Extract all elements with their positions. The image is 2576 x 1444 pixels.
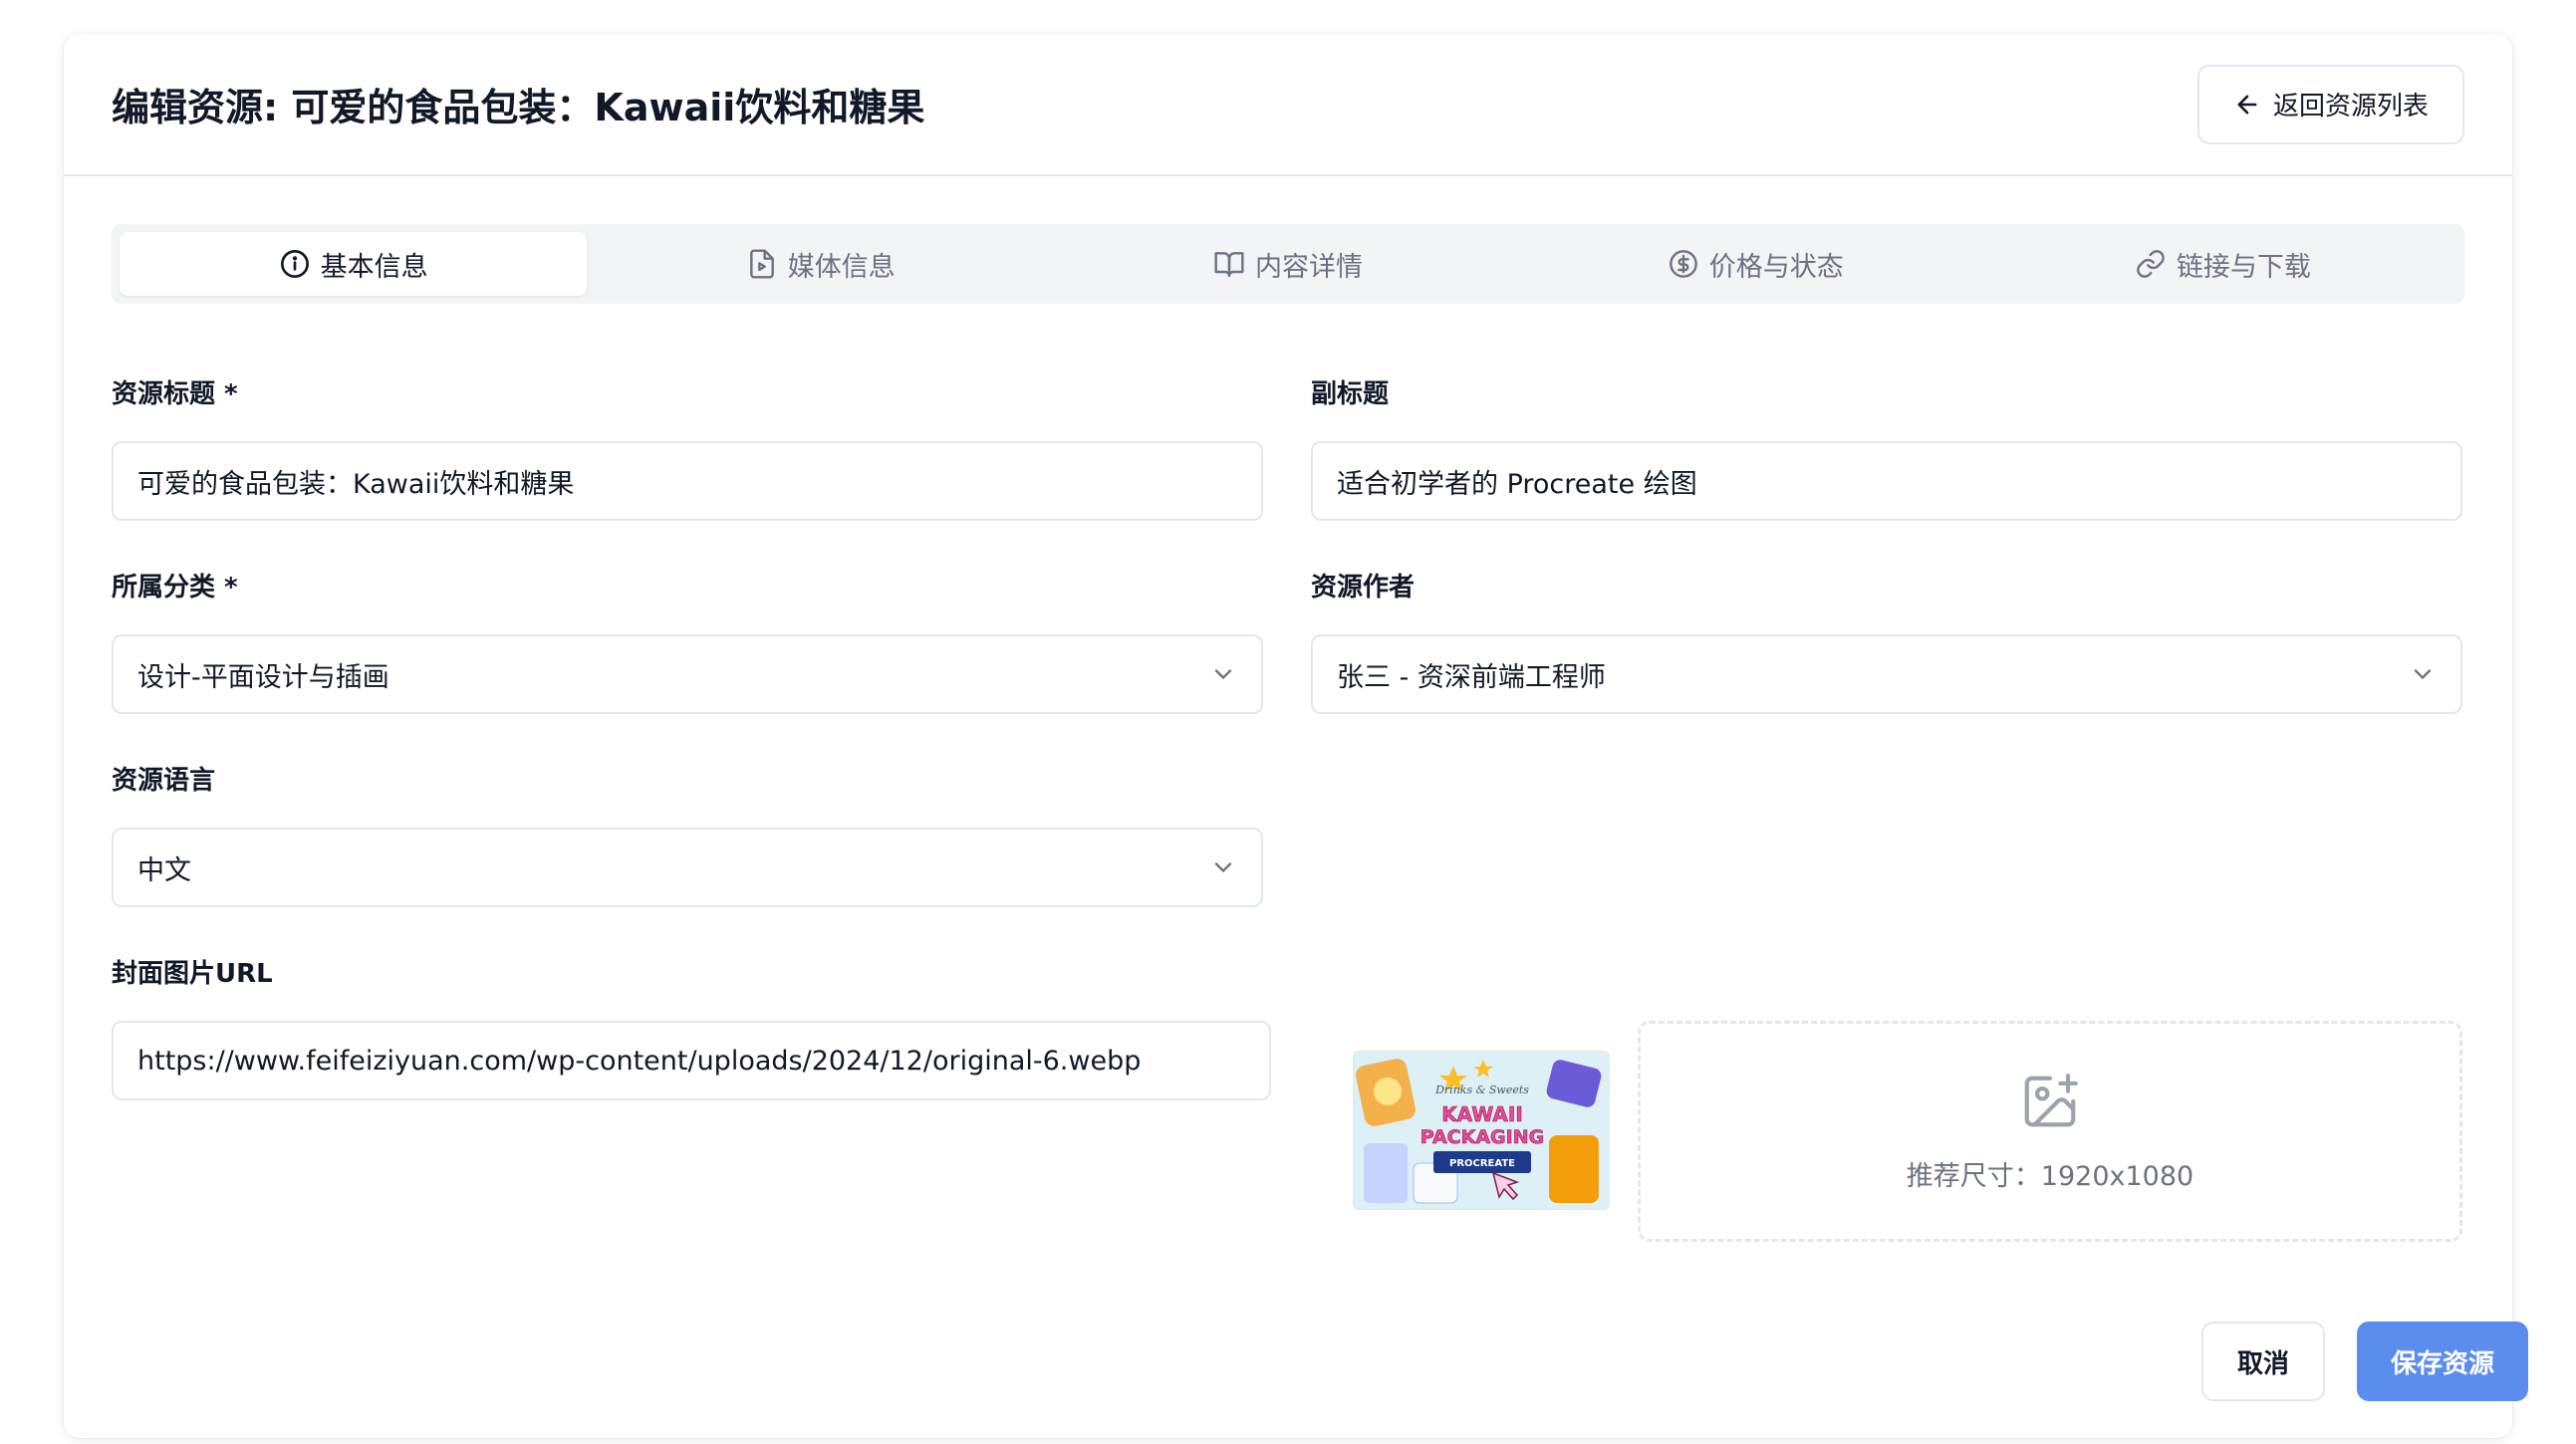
save-resource-button[interactable]: 保存资源 — [2357, 1322, 2528, 1401]
subtitle-field: 副标题 适合初学者的 Procreate 绘图 — [1311, 375, 2462, 521]
language-label: 资源语言 — [112, 766, 216, 796]
cover-upload-dropzone[interactable]: 推荐尺寸：1920x1080 — [1638, 1021, 2462, 1242]
thumb-text-main1: KAWAII — [1441, 1102, 1523, 1126]
tab-content-details[interactable]: 内容详情 — [1054, 232, 1521, 296]
author-field: 资源作者 张三 - 资深前端工程师 — [1311, 569, 2462, 714]
upload-hint: 推荐尺寸：1920x1080 — [1906, 1160, 2194, 1192]
title-label: 资源标题 * — [112, 379, 238, 409]
arrow-left-icon — [2237, 95, 2257, 114]
author-label: 资源作者 — [1311, 573, 1416, 602]
tab-bar: 基本信息 媒体信息 内容详情 价格与状态 链接与下载 — [112, 224, 2464, 304]
title-value: 可爱的食品包装：Kawaii饮料和糖果 — [137, 468, 575, 500]
language-select[interactable]: 中文 — [112, 828, 1263, 907]
tab-label: 链接与下载 — [2176, 251, 2311, 283]
cover-url-input[interactable]: https://www.feifeiziyuan.com/wp-content/… — [112, 1021, 1271, 1100]
book-open-icon — [1214, 252, 1244, 278]
cover-url-value: https://www.feifeiziyuan.com/wp-content/… — [137, 1045, 1142, 1077]
info-icon — [280, 250, 309, 278]
tab-basic-info[interactable]: 基本信息 — [120, 232, 588, 296]
thumb-text-main2: PACKAGING — [1420, 1126, 1544, 1148]
card-body: 基本信息 媒体信息 内容详情 价格与状态 链接与下载 资源标题 * 可爱的食品包… — [64, 176, 2528, 1401]
category-select[interactable]: 设计-平面设计与插画 — [112, 634, 1263, 714]
cover-thumbnail-image: Drinks & Sweets KAWAII PACKAGING PROCREA… — [1354, 1052, 1609, 1209]
card-header: 编辑资源: 可爱的食品包装：Kawaii饮料和糖果 返回资源列表 — [64, 34, 2512, 176]
category-label: 所属分类 * — [112, 573, 238, 602]
link-icon — [2137, 250, 2165, 278]
dollar-circle-icon — [1669, 250, 1697, 278]
tab-label: 内容详情 — [1255, 251, 1363, 283]
tab-label: 媒体信息 — [787, 251, 896, 283]
subtitle-value: 适合初学者的 Procreate 绘图 — [1337, 468, 1697, 500]
language-field: 资源语言 中文 — [112, 762, 1263, 907]
tab-media-info[interactable]: 媒体信息 — [587, 232, 1054, 296]
cover-url-label: 封面图片URL — [112, 959, 273, 989]
subtitle-label: 副标题 — [1311, 379, 1390, 409]
page-title: 编辑资源: 可爱的食品包装：Kawaii饮料和糖果 — [112, 86, 925, 129]
author-select[interactable]: 张三 - 资深前端工程师 — [1311, 634, 2462, 714]
chevron-down-icon — [1214, 669, 1232, 680]
tab-links-downloads[interactable]: 链接与下载 — [1989, 232, 2456, 296]
title-input[interactable]: 可爱的食品包装：Kawaii饮料和糖果 — [112, 441, 1263, 521]
category-field: 所属分类 * 设计-平面设计与插画 — [112, 569, 1263, 714]
tab-label: 价格与状态 — [1708, 251, 1844, 283]
author-value: 张三 - 资深前端工程师 — [1337, 661, 1606, 693]
tab-price-status[interactable]: 价格与状态 — [1522, 232, 1989, 296]
chevron-down-icon — [2414, 669, 2432, 680]
subtitle-input[interactable]: 适合初学者的 Procreate 绘图 — [1311, 441, 2462, 521]
edit-resource-card: 编辑资源: 可爱的食品包装：Kawaii饮料和糖果 返回资源列表 基本信息 媒体… — [64, 34, 2528, 1438]
category-value: 设计-平面设计与插画 — [137, 661, 389, 693]
chevron-down-icon — [1214, 862, 1232, 873]
tab-label: 基本信息 — [320, 251, 428, 283]
file-video-icon — [749, 249, 774, 279]
back-to-list-button[interactable]: 返回资源列表 — [2196, 64, 2464, 144]
thumb-text-top: Drinks & Sweets — [1434, 1083, 1529, 1096]
cancel-button[interactable]: 取消 — [2201, 1322, 2325, 1401]
thumb-text-tag: PROCREATE — [1449, 1158, 1515, 1169]
image-plus-icon — [2024, 1073, 2078, 1126]
title-field: 资源标题 * 可爱的食品包装：Kawaii饮料和糖果 — [112, 375, 1263, 521]
cover-url-field: 封面图片URL https://www.feifeiziyuan.com/wp-… — [112, 955, 1271, 1100]
cover-thumbnail: Drinks & Sweets KAWAII PACKAGING PROCREA… — [1353, 1051, 1610, 1210]
back-button-label: 返回资源列表 — [2272, 92, 2429, 121]
language-value: 中文 — [137, 854, 191, 886]
